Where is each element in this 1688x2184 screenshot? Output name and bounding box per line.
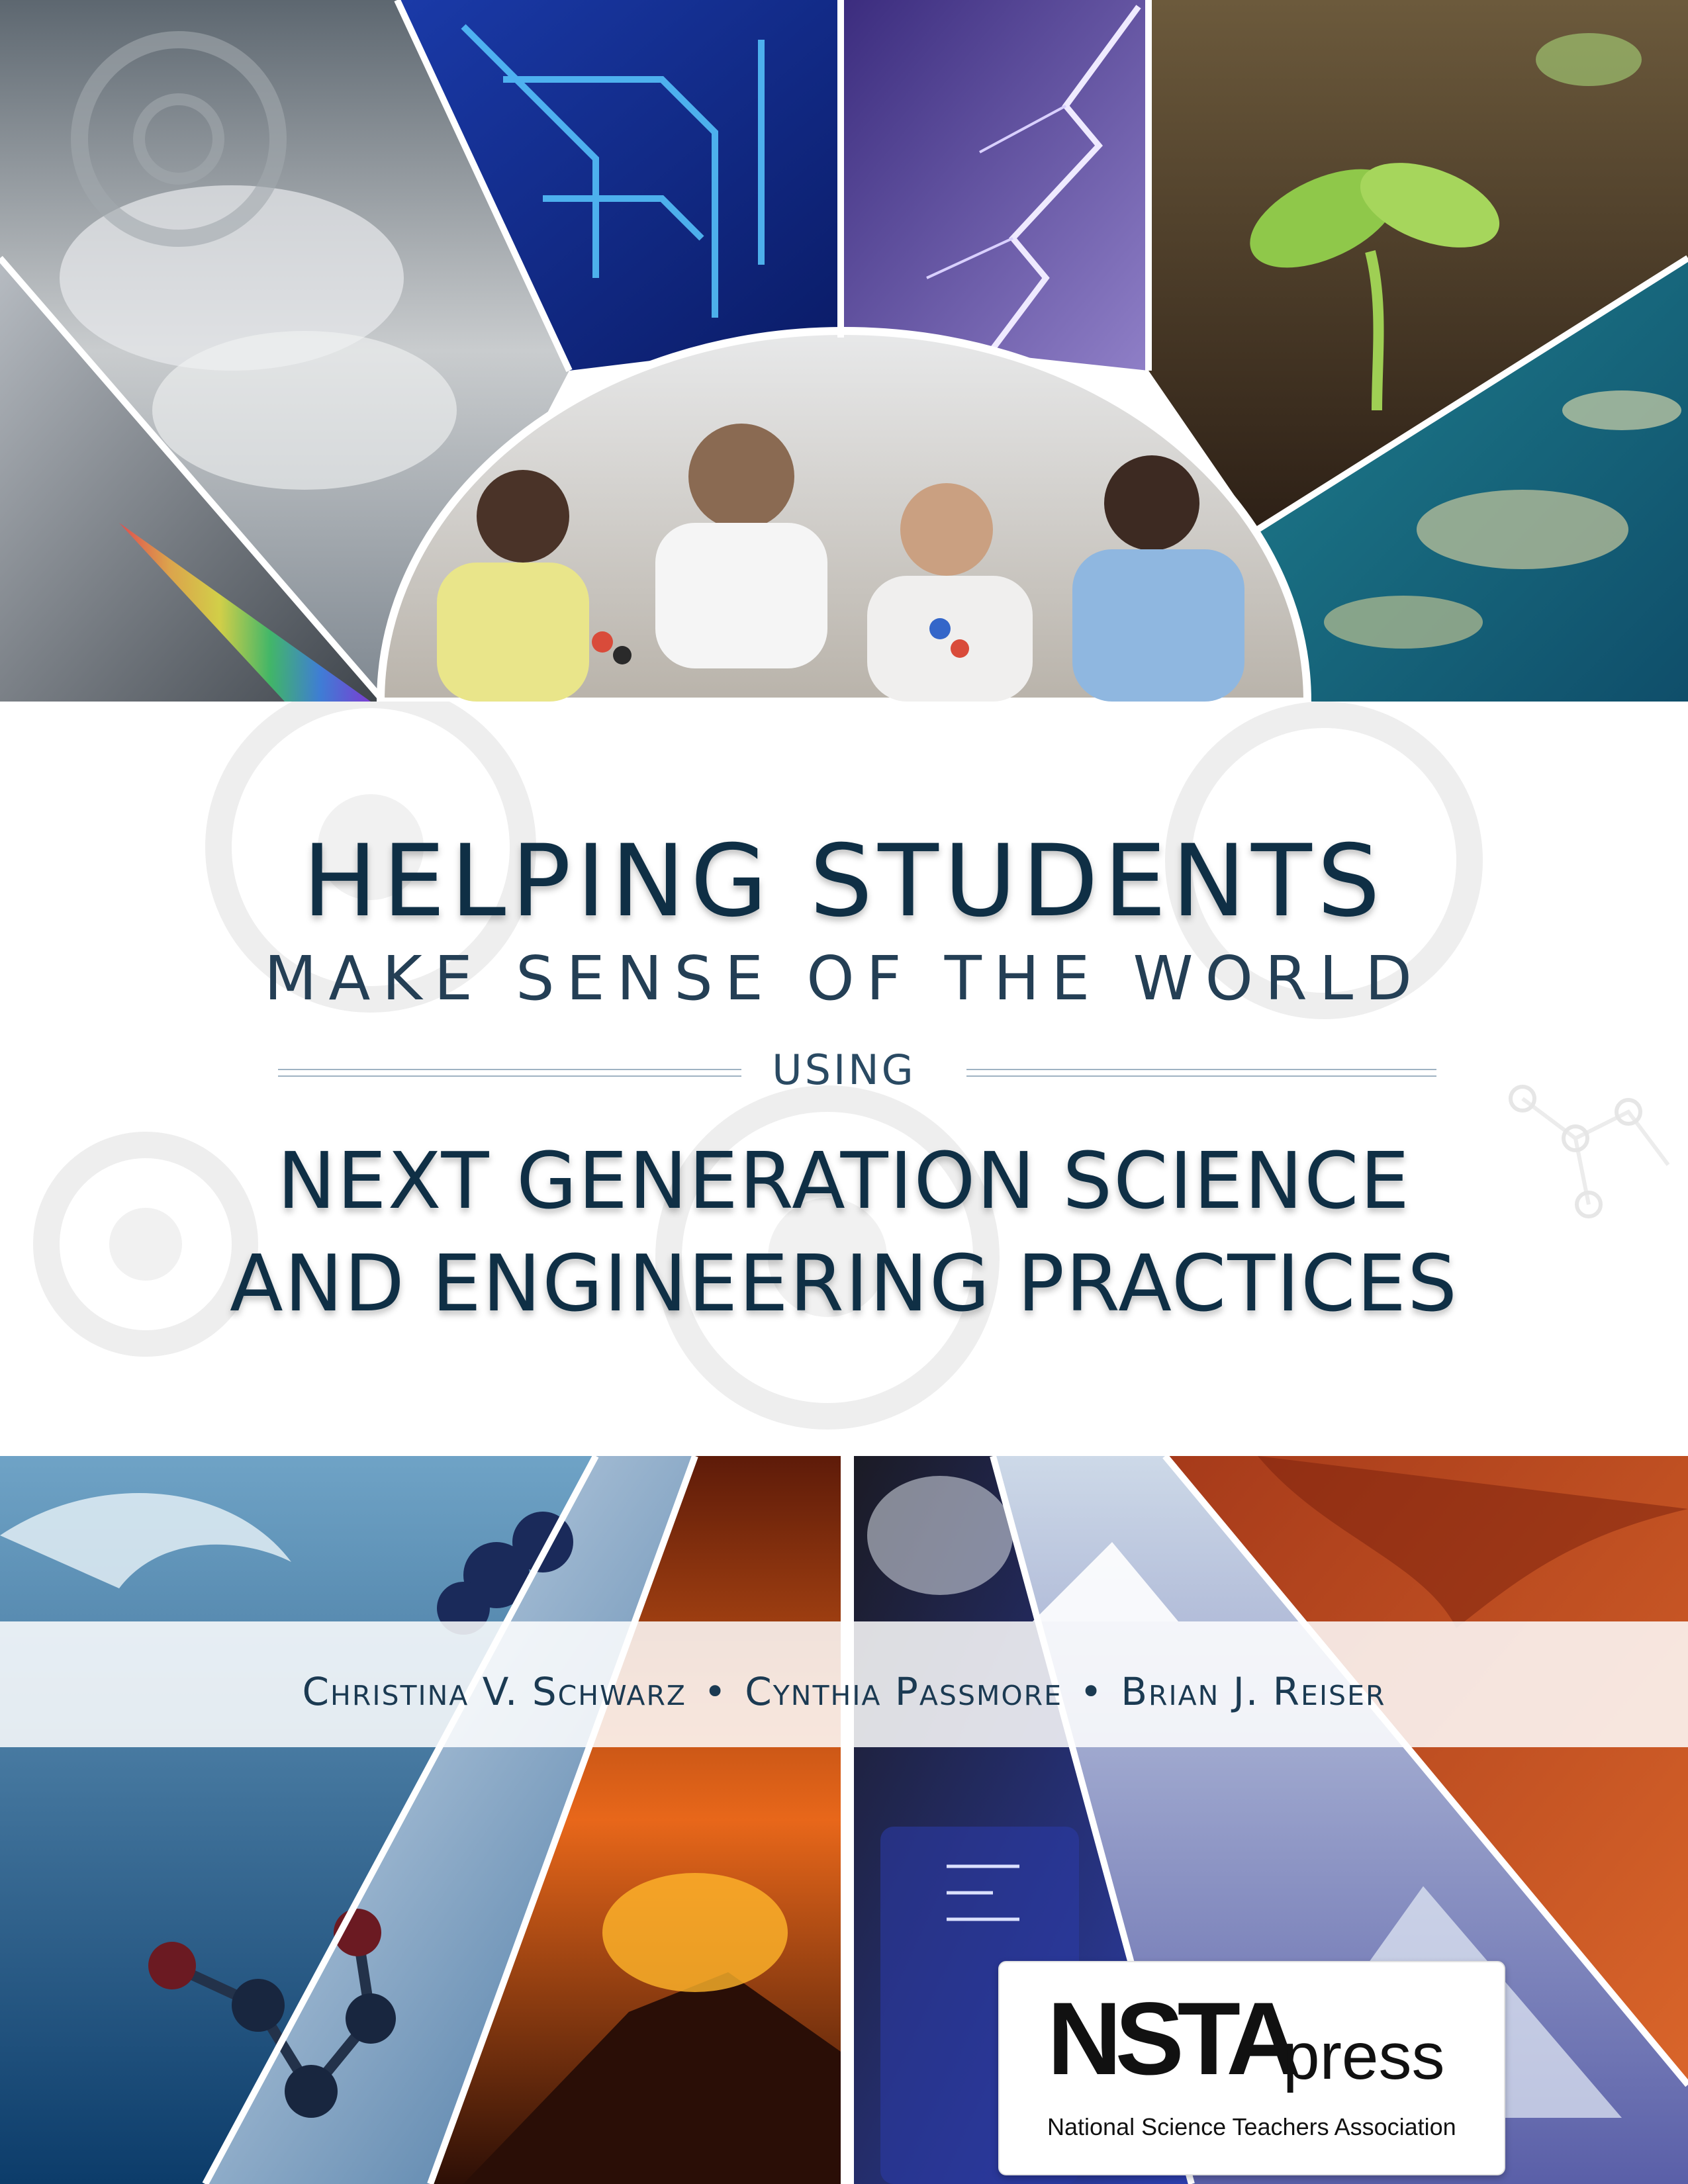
lightning-image	[841, 0, 1149, 371]
press-logo-text: press	[1283, 2019, 1445, 2093]
author-2: Cynthia Passmore	[745, 1669, 1063, 1714]
title-line-1: HELPING STUDENTS	[303, 824, 1385, 939]
publisher-full-name: National Science Teachers Association	[1047, 2113, 1456, 2140]
title-line-3: NEXT GENERATION SCIENCE	[277, 1135, 1411, 1226]
author-1: Christina V. Schwarz	[302, 1669, 687, 1714]
author-separator: •	[704, 1669, 728, 1714]
right-rule-divider	[966, 1069, 1436, 1077]
top-photo-mosaic	[0, 0, 1688, 702]
publisher-logo: NSTA press National Science Teachers Ass…	[998, 1961, 1505, 2175]
authors-line: Christina V. Schwarz • Cynthia Passmore • Br…	[0, 1669, 1688, 1714]
title-block: HELPING STUDENTS MAKE SENSE OF THE WORLD…	[0, 702, 1688, 1456]
authors-band: Christina V. Schwarz • Cynthia Passmore • Br…	[0, 1621, 1688, 1747]
nsta-logo-text: NSTA	[1047, 1981, 1301, 2097]
author-separator: •	[1080, 1669, 1104, 1714]
author-3: Brian J. Reiser	[1121, 1669, 1386, 1714]
title-line-4: AND ENGINEERING PRACTICES	[230, 1238, 1458, 1329]
title-line-2: MAKE SENSE OF THE WORLD	[264, 943, 1424, 1014]
